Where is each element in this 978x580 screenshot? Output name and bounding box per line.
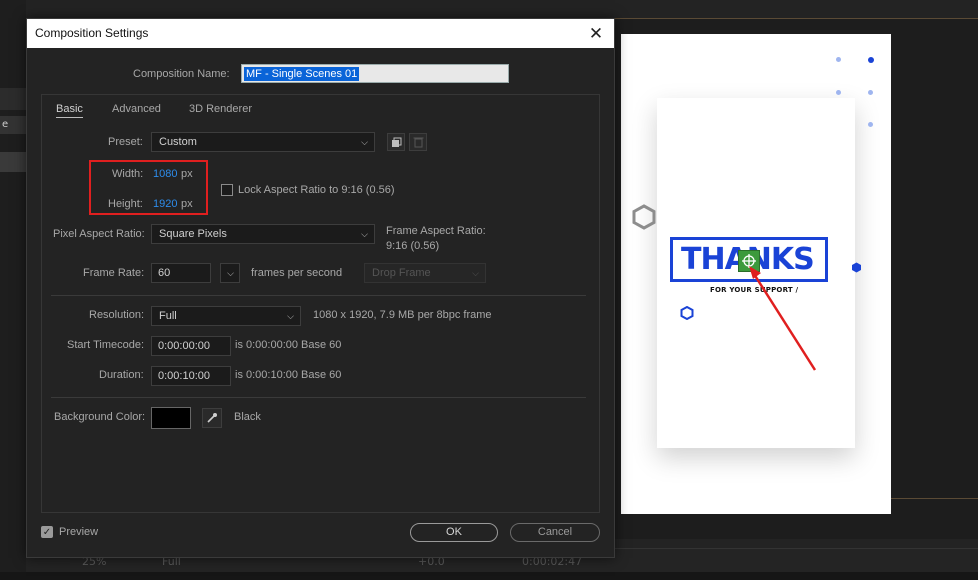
checkmark-icon: ✓ [42,526,52,538]
close-button[interactable]: ✕ [578,19,614,48]
tab-3d-renderer[interactable]: 3D Renderer [189,103,252,115]
deco-dot [868,90,873,95]
tab-basic[interactable]: Basic [56,103,83,118]
viewer-bottom-line [891,498,978,499]
dialog-title: Composition Settings [35,26,149,40]
height-value[interactable]: 1920 [153,198,177,210]
deco-dot [868,57,874,63]
duration-info: is 0:00:10:00 Base 60 [235,369,342,381]
drop-frame-dropdown[interactable]: Drop Frame ⌵ [364,263,486,283]
pixel-aspect-dropdown[interactable]: Square Pixels ⌵ [151,224,375,244]
start-timecode-input[interactable]: 0:00:00:00 [151,336,231,356]
frame-rate-input[interactable]: 60 [151,263,211,283]
lock-aspect-checkbox[interactable] [221,184,233,196]
frame-aspect-label: Frame Aspect Ratio: [386,225,486,237]
hexagon-shape-small [852,262,861,273]
preset-dropdown[interactable]: Custom ⌵ [151,132,375,152]
frame-aspect-value: 9:16 (0.56) [386,240,440,252]
drop-frame-value: Drop Frame [372,267,431,279]
width-label: Width: [112,168,144,180]
width-value[interactable]: 1080 [153,168,177,180]
hexagon-shape [632,204,656,230]
eyedropper-icon [207,413,217,423]
frame-rate-label: Frame Rate: [83,267,145,279]
viewer-top-line [614,18,978,19]
trash-icon [413,137,423,148]
frame-rate-dropdown[interactable]: ⌵ [220,263,240,283]
pixel-aspect-label: Pixel Aspect Ratio: [53,228,145,240]
chevron-down-icon: ⌵ [361,137,368,147]
preset-value: Custom [159,136,197,148]
app-left-panel [0,0,26,580]
deco-dot [836,57,841,62]
deco-dot [868,122,873,127]
chevron-down-icon: ⌵ [227,268,234,278]
eyedropper-button[interactable] [202,408,222,428]
resolution-value: Full [159,310,177,322]
comp-name-label: Composition Name: [133,68,230,80]
divider [51,295,586,296]
chevron-down-icon: ⌵ [472,268,479,278]
frame-rate-unit: frames per second [251,267,343,279]
settings-panel: Basic Advanced 3D Renderer [41,94,600,513]
resolution-info: 1080 x 1920, 7.9 MB per 8bpc frame [313,309,492,321]
start-timecode-label: Start Timecode: [67,339,145,351]
deco-dot [836,90,841,95]
resolution-label: Resolution: [89,309,145,321]
hexagon-outline-small [680,306,694,320]
save-preset-icon [391,137,401,147]
delete-preset-button[interactable] [409,133,427,151]
height-label: Height: [108,198,143,210]
dialog-titlebar[interactable]: Composition Settings ✕ [27,19,614,48]
app-left-tab-active[interactable] [0,152,26,172]
height-unit: px [181,198,193,210]
duration-input[interactable]: 0:00:10:00 [151,366,231,386]
resolution-dropdown[interactable]: Full ⌵ [151,306,301,326]
preview-label: Preview [59,526,99,538]
red-arrow-annotation [749,266,817,371]
background-color-label: Background Color: [54,411,146,423]
cancel-button[interactable]: Cancel [510,523,600,542]
app-footer [0,572,978,580]
ok-button[interactable]: OK [410,523,498,542]
app-left-tab[interactable] [0,88,26,110]
chevron-down-icon: ⌵ [287,311,294,321]
background-color-swatch[interactable] [151,407,191,429]
divider [51,397,586,398]
save-preset-button[interactable] [387,133,405,151]
close-icon: ✕ [588,23,604,44]
composition-settings-dialog: Composition Settings ✕ Composition Name:… [26,18,615,558]
chevron-down-icon: ⌵ [361,229,368,239]
pixel-aspect-value: Square Pixels [159,228,227,240]
tab-advanced[interactable]: Advanced [112,103,161,115]
lock-aspect-label: Lock Aspect Ratio to 9:16 (0.56) [238,184,395,196]
app-left-tab-label[interactable]: e [0,116,26,134]
preset-label: Preset: [108,136,143,148]
preview-checkbox[interactable]: ✓ [41,526,53,538]
duration-label: Duration: [99,369,144,381]
start-timecode-info: is 0:00:00:00 Base 60 [235,339,342,351]
width-unit: px [181,168,193,180]
comp-name-input[interactable]: MF - Single Scenes 01 [241,64,509,83]
background-color-name: Black [234,411,261,423]
comp-name-value: MF - Single Scenes 01 [244,67,360,81]
